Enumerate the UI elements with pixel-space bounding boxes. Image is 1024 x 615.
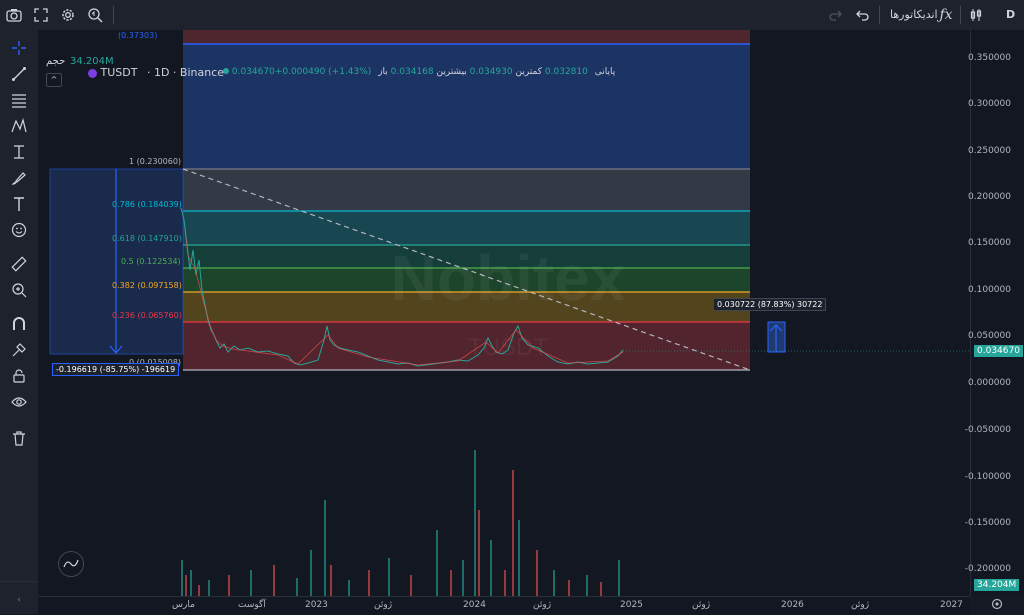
drawing-toolbar: ‹ <box>0 30 39 614</box>
chart-pane[interactable]: Nobitex TUSDT TUSDT · 1D · Binance حجم 3… <box>38 30 970 596</box>
volume-label: حجم <box>46 56 66 67</box>
magnet-icon[interactable] <box>9 314 29 334</box>
gear-icon[interactable] <box>58 5 78 25</box>
price-label: 0.150000 <box>968 238 1011 248</box>
watermark-brand: Nobitex <box>391 242 626 314</box>
current-volume-tag: 34.204M <box>974 579 1020 591</box>
pattern-icon[interactable] <box>9 116 29 136</box>
fib-level-618: 0.618 (0.147910) <box>112 234 182 243</box>
time-label: 2027 <box>940 600 963 610</box>
price-label: 0.250000 <box>968 146 1011 156</box>
fib-top-label: (0.37303) <box>118 31 158 40</box>
candles-icon[interactable] <box>966 5 986 25</box>
price-axis[interactable]: 0.350000 0.300000 0.250000 0.200000 0.15… <box>965 30 1024 596</box>
settings-gear-icon[interactable] <box>990 597 1004 611</box>
chart-logo-icon[interactable] <box>58 551 84 577</box>
divider <box>113 6 114 24</box>
price-label: 0.300000 <box>968 99 1011 109</box>
horizontal-lines-icon[interactable] <box>9 90 29 110</box>
collapse-legend-button[interactable]: ^ <box>46 73 62 87</box>
indicators-button[interactable]: اندیکاتورها <box>890 8 938 21</box>
measure-icon[interactable] <box>9 142 29 162</box>
price-label: 0.050000 <box>968 331 1011 341</box>
redo-icon[interactable] <box>826 5 846 25</box>
ohlc-readout: 0.034670+0.000490 (+1.43%) پایانی 0.0328… <box>223 67 615 77</box>
time-label: 2026 <box>781 600 804 610</box>
price-label: 0.350000 <box>968 53 1011 63</box>
volume-bars <box>181 450 620 596</box>
divider <box>0 581 38 582</box>
undo-icon[interactable] <box>852 5 872 25</box>
lock-icon[interactable] <box>9 366 29 386</box>
time-label: 2025 <box>620 600 643 610</box>
time-label: مارس <box>172 600 195 610</box>
fib-level-1: 1 (0.230060) <box>129 157 182 166</box>
emoji-icon[interactable] <box>9 220 29 240</box>
price-label: 0.200000 <box>968 192 1011 202</box>
time-label: آگوست <box>238 600 266 610</box>
lock-drawing-icon[interactable] <box>9 340 29 360</box>
time-label: ژوئن <box>692 600 711 610</box>
collapse-arrow-icon[interactable]: ‹ <box>9 590 29 610</box>
left-measure-tag: -0.196619 (-85.75%) -196619 <box>52 363 180 376</box>
time-label: 2023 <box>305 600 328 610</box>
text-icon[interactable] <box>9 194 29 214</box>
time-label: ژوئن <box>851 600 870 610</box>
price-label: -0.050000 <box>964 425 1011 435</box>
time-label: 2024 <box>463 600 486 610</box>
fx-icon[interactable]: ƒx <box>936 5 956 25</box>
crosshair-icon[interactable] <box>9 38 29 58</box>
zoom-in-icon[interactable] <box>9 280 29 300</box>
current-price-tag: 0.034670 <box>974 345 1023 357</box>
time-label: ژوئن <box>533 600 552 610</box>
symbol-legend[interactable]: TUSDT · 1D · Binance <box>88 66 224 79</box>
fib-level-5: 0.5 (0.122534) <box>121 257 181 266</box>
volume-value: 34.204M <box>70 56 114 67</box>
divider <box>879 6 880 24</box>
fib-level-382: 0.382 (0.097158) <box>112 281 182 290</box>
trend-line-icon[interactable] <box>9 64 29 84</box>
price-label: -0.100000 <box>964 472 1011 482</box>
timeframe-button[interactable]: D <box>1006 8 1015 21</box>
price-label: 0.000000 <box>968 378 1011 388</box>
symbol-name[interactable]: TUSDT <box>101 66 138 79</box>
camera-icon[interactable] <box>4 5 24 25</box>
time-label: ژوئن <box>374 600 393 610</box>
ruler-icon[interactable] <box>9 254 29 274</box>
price-label: -0.150000 <box>964 518 1011 528</box>
price-label: 0.100000 <box>968 285 1011 295</box>
fullscreen-icon[interactable] <box>31 5 51 25</box>
price-label: -0.200000 <box>964 564 1011 574</box>
fib-level-236: 0.236 (0.065760) <box>112 311 182 320</box>
fib-level-786: 0.786 (0.184039) <box>112 200 182 209</box>
trash-icon[interactable] <box>9 428 29 448</box>
right-measure-tag: 0.030722 (87.83%) 30722 <box>713 298 827 311</box>
top-toolbar: اندیکاتورها ƒx D <box>0 0 1024 31</box>
symbol-logo <box>88 68 97 78</box>
live-dot-icon <box>223 68 229 74</box>
eye-icon[interactable] <box>9 392 29 412</box>
divider <box>960 6 961 24</box>
quick-search-icon[interactable] <box>85 5 105 25</box>
brush-icon[interactable] <box>9 168 29 188</box>
time-axis[interactable]: مارس آگوست 2023 ژوئن 2024 ژوئن 2025 ژوئن… <box>38 596 970 615</box>
interval-exchange[interactable]: · 1D · Binance <box>147 66 224 79</box>
